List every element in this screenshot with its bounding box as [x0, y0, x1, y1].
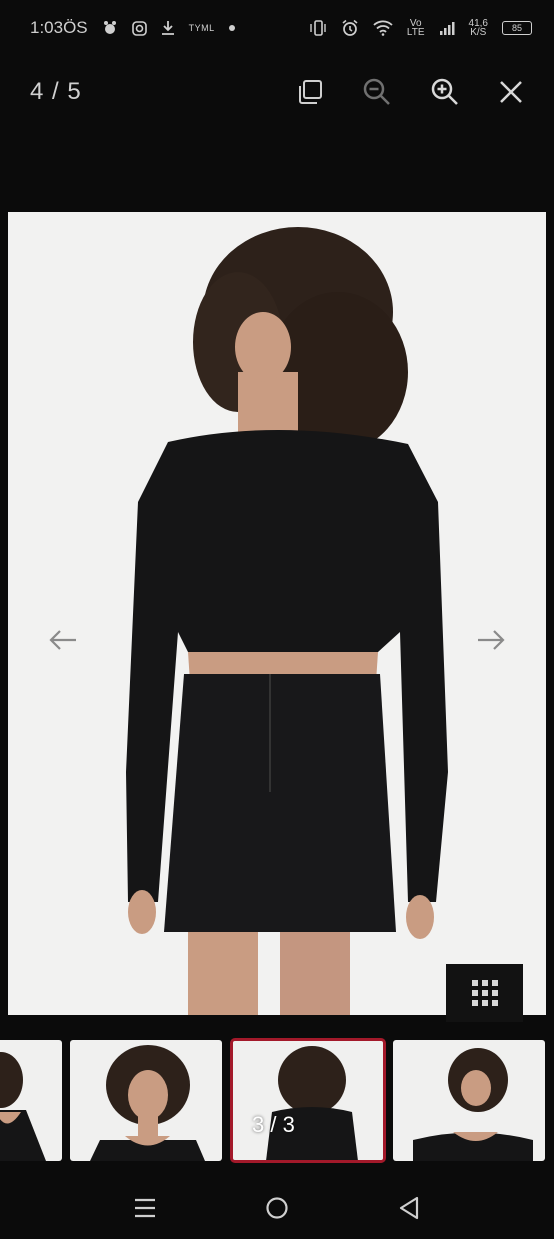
status-small-label: TYML: [188, 23, 215, 33]
thumbnail-1[interactable]: [0, 1040, 62, 1161]
thumbnail-strip: 3 / 3: [0, 1038, 554, 1164]
network-speed: 41,6 K/S: [469, 19, 488, 38]
battery-icon: 85: [502, 21, 532, 35]
close-icon[interactable]: [498, 79, 524, 105]
status-right: Vo LTE 41,6 K/S 85: [309, 19, 532, 38]
viewer-tools: [296, 77, 524, 107]
product-image[interactable]: [8, 212, 546, 1015]
status-time: 1:03ÖS: [30, 18, 88, 37]
model-photo: [126, 227, 448, 1015]
copy-icon[interactable]: [296, 78, 324, 106]
system-nav-bar: [0, 1176, 554, 1239]
arrow-left-icon[interactable]: [48, 628, 78, 652]
thumbnail-3-selected[interactable]: 3 / 3: [230, 1038, 386, 1163]
wifi-icon: [373, 20, 393, 36]
image-counter: 4 / 5: [30, 78, 82, 105]
arrow-right-icon[interactable]: [476, 628, 506, 652]
zoom-out-icon[interactable]: [362, 77, 392, 107]
network-bottom: LTE: [406, 27, 425, 38]
speed-unit: K/S: [470, 27, 487, 38]
status-bar: 1:03ÖS TYML Vo LTE 41,6 K/S 85: [0, 0, 554, 56]
vibrate-icon: [310, 20, 326, 36]
notification-dot: [228, 25, 235, 31]
thumbnail-2[interactable]: [70, 1040, 222, 1161]
alarm-icon: [342, 19, 358, 36]
zoom-in-icon[interactable]: [430, 77, 460, 107]
recents-icon[interactable]: [134, 1198, 156, 1218]
grid-icon: [471, 980, 498, 1006]
status-left: 1:03ÖS TYML: [30, 18, 235, 38]
battery-level: 85: [511, 23, 522, 33]
back-icon[interactable]: [398, 1196, 420, 1220]
instagram-icon: [131, 20, 147, 36]
thumbnail-counter: 3 / 3: [252, 1112, 295, 1137]
thumbnail-4[interactable]: [393, 1040, 545, 1161]
alarm-app-icon: [103, 21, 116, 34]
grid-view-button[interactable]: [446, 964, 523, 1022]
signal-icon: [439, 22, 455, 35]
viewer-toolbar: 4 / 5: [0, 60, 554, 124]
home-icon[interactable]: [265, 1196, 289, 1220]
network-type: Vo LTE: [406, 19, 425, 38]
download-icon: [161, 21, 174, 35]
